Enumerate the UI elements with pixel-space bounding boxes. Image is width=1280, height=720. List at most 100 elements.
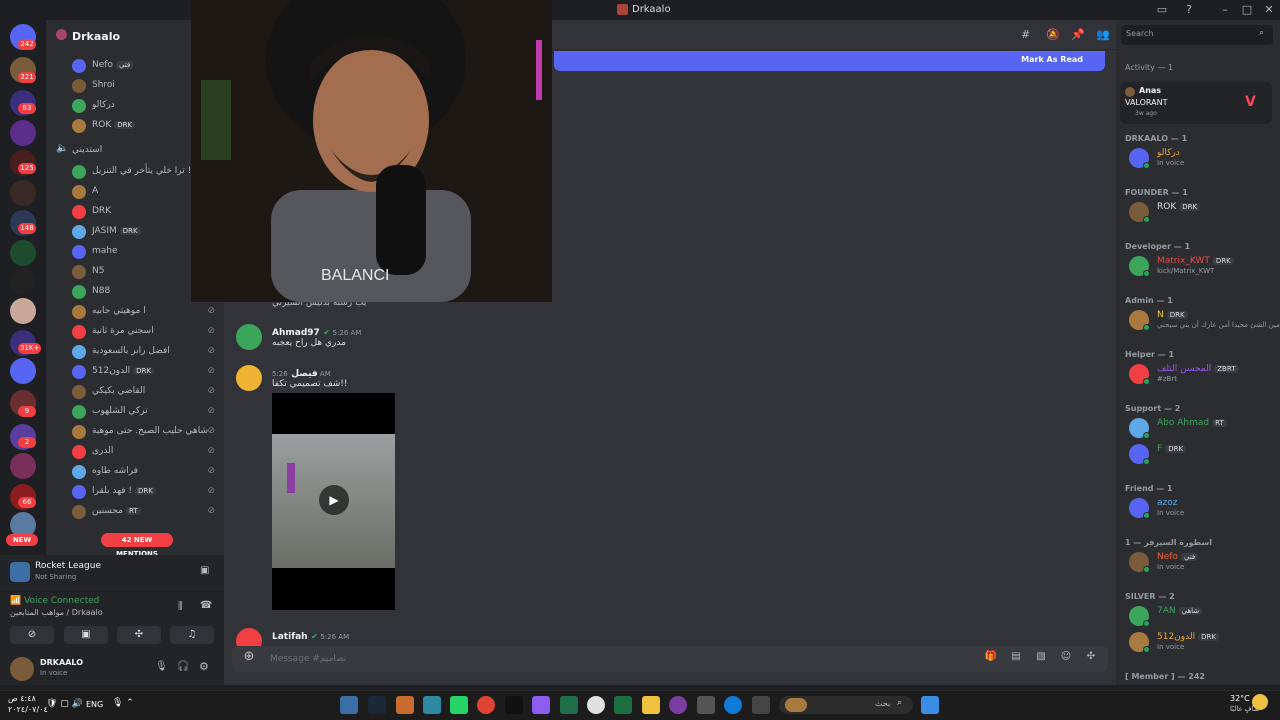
- member-row[interactable]: المحسن التلف ZBRT #zBrt: [1129, 364, 1274, 386]
- message-author[interactable]: Ahmad97: [272, 328, 320, 338]
- unread-bar[interactable]: Mark As Read: [554, 51, 1105, 71]
- voice-user[interactable]: افضل رابر بالسعودية ⊘: [72, 343, 217, 361]
- maximize-button[interactable]: □: [1240, 3, 1254, 17]
- headphones-icon[interactable]: 🎧: [177, 661, 189, 672]
- server-icon[interactable]: [10, 268, 36, 294]
- member-row[interactable]: Nefo فتي In voice: [1129, 552, 1274, 574]
- discord-icon[interactable]: [532, 696, 550, 714]
- server-icon[interactable]: [10, 180, 36, 206]
- avatar[interactable]: [236, 324, 262, 350]
- noise-icon[interactable]: ⫼: [178, 601, 183, 612]
- server-icon[interactable]: [10, 298, 36, 324]
- voice-channel-name[interactable]: استديني: [72, 145, 102, 155]
- new-mentions-pill[interactable]: 42 NEW MENTIONS: [101, 533, 173, 558]
- excel-icon[interactable]: [614, 696, 632, 714]
- voice-user[interactable]: شاهي حليب الصبح. حتى موهية ⊘: [72, 423, 217, 441]
- voice-user[interactable]: تركي الشلهوب ⊘: [72, 403, 217, 421]
- settings-gear-icon[interactable]: ⚙: [199, 660, 209, 673]
- app-icon[interactable]: [587, 696, 605, 714]
- app-icon[interactable]: [505, 696, 523, 714]
- inbox-icon[interactable]: ▭: [1155, 3, 1169, 17]
- member-row[interactable]: 7AN شاهي: [1129, 606, 1274, 628]
- avatar[interactable]: [10, 657, 34, 681]
- store-icon[interactable]: [697, 696, 715, 714]
- mark-as-read-button[interactable]: Mark As Read: [1021, 55, 1083, 64]
- app-icon[interactable]: [340, 696, 358, 714]
- steam-icon[interactable]: [368, 696, 386, 714]
- soundboard-icon[interactable]: ♫: [170, 626, 214, 644]
- language-indicator[interactable]: ENG: [86, 700, 103, 709]
- emoji-icon[interactable]: ☺: [1059, 651, 1073, 665]
- pin-icon[interactable]: 📌: [1071, 28, 1085, 41]
- activities-icon[interactable]: ✣: [117, 626, 161, 644]
- tray-icons[interactable]: 🛡 ▢ 🔊: [46, 699, 83, 709]
- app-icon[interactable]: [423, 696, 441, 714]
- whatsapp-icon[interactable]: [450, 696, 468, 714]
- member-list-icon[interactable]: 👥: [1096, 28, 1110, 41]
- voice-channel-path[interactable]: مواهب المتابعين / Drkaalo: [10, 608, 103, 617]
- guild-name[interactable]: Drkaalo: [72, 30, 120, 43]
- apps-icon[interactable]: ✣: [1084, 651, 1098, 665]
- gift-icon[interactable]: 🎁: [984, 651, 998, 665]
- activity-time: 3w ago: [1135, 110, 1157, 117]
- member-subtext: In voice: [1157, 159, 1185, 167]
- voice-user[interactable]: اسجني مرة ثانية ⊘: [72, 323, 217, 341]
- minimize-button[interactable]: –: [1218, 3, 1232, 17]
- new-badge[interactable]: NEW: [6, 534, 38, 546]
- threads-icon[interactable]: #: [1021, 28, 1030, 41]
- disconnect-icon[interactable]: ☎: [200, 600, 212, 611]
- sticker-icon[interactable]: ▧: [1034, 651, 1048, 665]
- voice-user[interactable]: فهد بلقرا ! DRK ⊘: [72, 483, 217, 501]
- app-icon[interactable]: [396, 696, 414, 714]
- start-icon[interactable]: [921, 696, 939, 714]
- message-author[interactable]: Latifah: [272, 632, 308, 642]
- member-row[interactable]: ROK DRK: [1129, 202, 1274, 224]
- mic-tray-icon[interactable]: 🎙 ⌃: [112, 698, 134, 708]
- taskbar-search[interactable]: بحث ⌕: [779, 696, 913, 714]
- member-row[interactable]: Matrix_KWT DRK kick/Matrix_KWT: [1129, 256, 1274, 278]
- member-row[interactable]: الدون512 DRK In voice: [1129, 632, 1274, 654]
- voice-user[interactable]: القاضي بكيكي ⊘: [72, 383, 217, 401]
- member-row[interactable]: Abo Ahmad RT: [1129, 418, 1274, 440]
- chrome-icon[interactable]: [477, 696, 495, 714]
- server-icon[interactable]: [10, 240, 36, 266]
- screen-share-button[interactable]: ▣: [64, 626, 108, 644]
- edge-icon[interactable]: [724, 696, 742, 714]
- mic-icon[interactable]: 🎙: [155, 661, 168, 672]
- member-row[interactable]: F DRK: [1129, 444, 1274, 466]
- member-row[interactable]: azoz In voice: [1129, 498, 1274, 520]
- task-view-icon[interactable]: [752, 696, 770, 714]
- play-icon[interactable]: ▶: [319, 485, 349, 515]
- folder-icon[interactable]: [642, 696, 660, 714]
- voice-user[interactable]: فراشه طاوه ⊘: [72, 463, 217, 481]
- voice-user[interactable]: الدون512 DRK ⊘: [72, 363, 217, 381]
- weather-temp: 32°C: [1230, 694, 1250, 703]
- app-icon[interactable]: [669, 696, 687, 714]
- server-icon[interactable]: [10, 120, 36, 146]
- voice-user[interactable]: ا موهيتي حابيه ⊘: [72, 303, 217, 321]
- close-button[interactable]: ✕: [1262, 3, 1276, 17]
- server-badge: 66: [18, 497, 36, 508]
- user-status: In voice: [40, 669, 68, 677]
- search-box[interactable]: Search ⌕: [1121, 25, 1273, 45]
- member-row[interactable]: دركالو In voice: [1129, 148, 1274, 170]
- notification-bell-icon[interactable]: 🔕: [1046, 28, 1060, 41]
- add-attachment-icon[interactable]: ⊕: [242, 649, 256, 664]
- screen-share-icon[interactable]: ▣: [200, 565, 209, 576]
- app-icon[interactable]: [560, 696, 578, 714]
- camera-off-icon[interactable]: ⊘: [10, 626, 54, 644]
- gif-icon[interactable]: ▤: [1009, 651, 1023, 665]
- voice-user[interactable]: الدرى ⊘: [72, 443, 217, 461]
- window-title: Drkaalo: [632, 4, 671, 15]
- member-row[interactable]: N DRK مين الشئ مجيدا أمن عارك أن يني سيحني: [1129, 310, 1280, 332]
- server-icon[interactable]: [10, 358, 36, 384]
- video-attachment[interactable]: ▶: [272, 393, 395, 610]
- avatar[interactable]: [236, 365, 262, 391]
- activity-card[interactable]: Anas VALORANT 3w ago V: [1120, 82, 1272, 124]
- help-icon[interactable]: ?: [1182, 3, 1196, 17]
- message-input[interactable]: [270, 651, 770, 667]
- weather-sun-icon[interactable]: [1252, 694, 1268, 710]
- voice-user[interactable]: محسنين RT ⊘: [72, 503, 217, 521]
- server-icon[interactable]: [10, 453, 36, 479]
- message-author[interactable]: فيصل: [291, 369, 317, 379]
